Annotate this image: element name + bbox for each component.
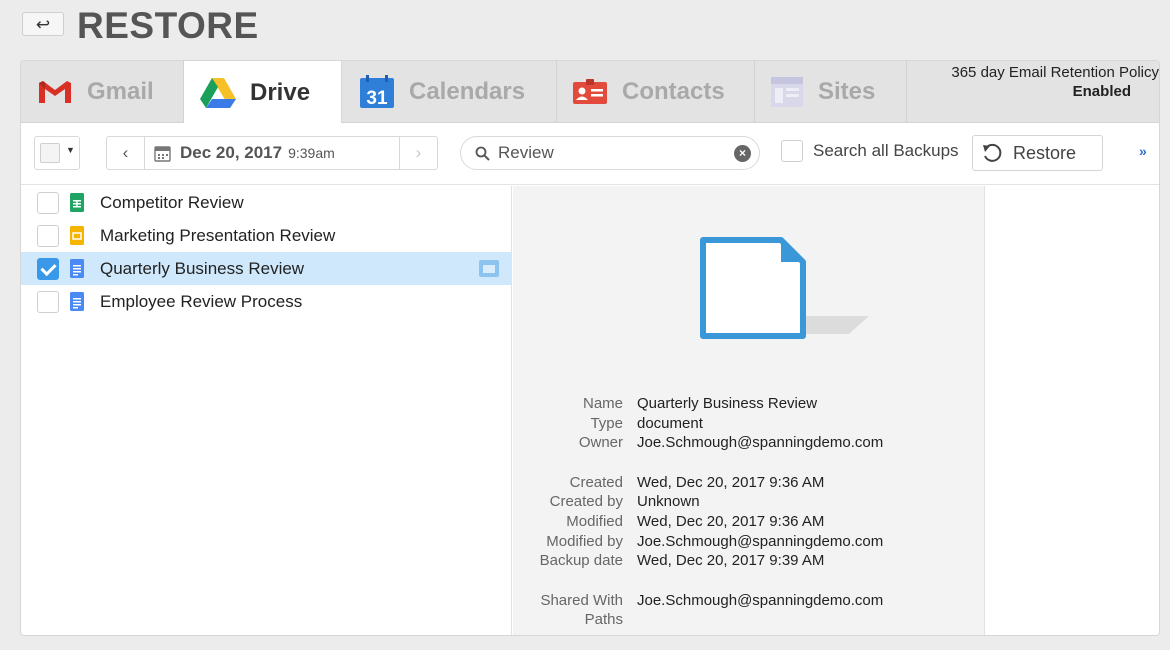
name-label: Name — [582, 395, 623, 412]
gmail-icon — [37, 79, 73, 105]
docs-icon — [70, 292, 84, 311]
file-row[interactable]: Competitor Review — [21, 186, 511, 219]
paths-label: Paths — [584, 611, 623, 629]
file-list: Competitor Review Marketing Presentation… — [21, 186, 512, 635]
retention-policy: 365 day Email Retention Policy Enabled — [921, 63, 1159, 101]
tab-contacts[interactable]: Contacts — [557, 61, 755, 123]
shared-with-label: Shared With — [540, 591, 623, 609]
tab-calendars[interactable]: 31 Calendars — [342, 61, 557, 123]
tab-sites[interactable]: Sites — [755, 61, 907, 123]
search-all-backups-checkbox[interactable] — [781, 140, 803, 162]
sheets-icon — [70, 193, 84, 212]
select-all-dropdown[interactable]: ▼ — [34, 136, 80, 170]
back-arrow-icon: ↩ — [35, 14, 51, 34]
backup-date: Dec 20, 2017 — [180, 143, 283, 162]
tab-gmail[interactable]: Gmail — [21, 61, 184, 123]
file-name: Quarterly Business Review — [100, 258, 305, 278]
contacts-icon — [572, 79, 608, 105]
modified-by-label: Modified by — [546, 532, 623, 550]
tab-calendars-label: Calendars — [409, 78, 526, 105]
modified-label: Modified — [566, 512, 623, 530]
retention-policy-text: 365 day Email Retention Policy — [951, 64, 1159, 81]
tab-contacts-label: Contacts — [622, 78, 725, 105]
search-all-backups-label: Search all Backups — [813, 141, 959, 160]
backup-time: 9:39am — [288, 145, 335, 161]
created-by-value: Unknown — [637, 493, 700, 511]
restore-button-label: Restore — [1013, 142, 1077, 163]
retention-policy-status: Enabled — [1072, 83, 1131, 100]
backup-date-display[interactable]: Dec 20, 2017 9:39am — [145, 143, 399, 163]
calendar-small-icon — [154, 145, 171, 162]
type-label: Type — [590, 414, 623, 432]
file-row[interactable]: Quarterly Business Review — [21, 252, 511, 285]
calendar-icon: 31 — [359, 75, 395, 109]
file-name: Marketing Presentation Review — [100, 225, 336, 245]
tab-sites-label: Sites — [818, 78, 876, 105]
previous-date-button[interactable]: ‹ — [107, 137, 145, 169]
document-preview-icon — [699, 236, 869, 351]
back-button[interactable]: ↩ — [22, 12, 64, 36]
file-row-checkbox[interactable] — [37, 290, 59, 313]
sites-icon — [770, 76, 804, 108]
type-value: document — [637, 414, 703, 432]
backup-date-picker: ‹ Dec 20, 2017 9:39am › — [106, 136, 438, 170]
tab-drive[interactable]: Drive — [184, 61, 342, 124]
backup-date-value: Wed, Dec 20, 2017 9:39 AM — [637, 552, 825, 570]
file-row-checkbox[interactable] — [37, 224, 59, 247]
file-name: Employee Review Process — [100, 291, 303, 311]
file-details-pane: Name Quarterly Business Review Type docume… — [513, 186, 984, 635]
next-date-button[interactable]: › — [399, 137, 437, 169]
created-value: Wed, Dec 20, 2017 9:36 AM — [637, 473, 825, 491]
docs-icon — [70, 259, 84, 278]
select-all-checkbox[interactable] — [40, 143, 60, 163]
tab-drive-label: Drive — [250, 78, 311, 106]
preview-icon[interactable] — [479, 260, 499, 277]
service-tabs: Gmail Drive 31 Calendars Contacts Sites … — [21, 61, 1159, 124]
search-input[interactable] — [498, 143, 723, 163]
restore-panel: Gmail Drive 31 Calendars Contacts Sites … — [20, 60, 1160, 636]
calendar-icon-text: 31 — [366, 88, 388, 109]
chevron-down-icon: ▼ — [66, 145, 75, 155]
search-box: × — [460, 136, 760, 170]
clear-search-icon[interactable]: × — [734, 145, 751, 162]
search-all-backups[interactable]: Search all Backups — [781, 140, 959, 162]
search-icon — [475, 146, 490, 161]
file-row[interactable]: Marketing Presentation Review — [21, 219, 511, 252]
file-metadata: Name Quarterly Business Review Type docume… — [513, 394, 984, 630]
toolbar: ▼ ‹ Dec 20, 2017 9:39am › Review × Searc… — [21, 123, 1159, 185]
created-label: Created — [569, 473, 623, 491]
restore-button[interactable]: Restore — [972, 135, 1103, 171]
file-row-checkbox[interactable] — [37, 191, 59, 214]
backup-date-label: Backup date — [539, 552, 623, 570]
created-by-label: Created by — [549, 493, 623, 511]
slides-icon — [70, 226, 84, 245]
modified-by-value: Joe.Schmough@spanningdemo.com — [637, 532, 884, 550]
expand-toolbar-button[interactable]: » — [1139, 143, 1147, 159]
page-title: RESTORE — [77, 5, 259, 46]
file-row-checkbox[interactable] — [37, 257, 59, 280]
restore-icon — [981, 142, 1003, 164]
modified-value: Wed, Dec 20, 2017 9:36 AM — [637, 512, 825, 530]
drive-icon — [200, 77, 236, 108]
name-value: Quarterly Business Review — [637, 395, 818, 412]
tab-gmail-label: Gmail — [87, 78, 154, 105]
side-panel — [984, 186, 1159, 635]
file-name: Competitor Review — [100, 192, 244, 212]
shared-with-value: Joe.Schmough@spanningdemo.com — [637, 591, 884, 609]
owner-value: Joe.Schmough@spanningdemo.com — [637, 434, 884, 452]
owner-label: Owner — [578, 434, 623, 452]
file-row[interactable]: Employee Review Process — [21, 285, 511, 318]
